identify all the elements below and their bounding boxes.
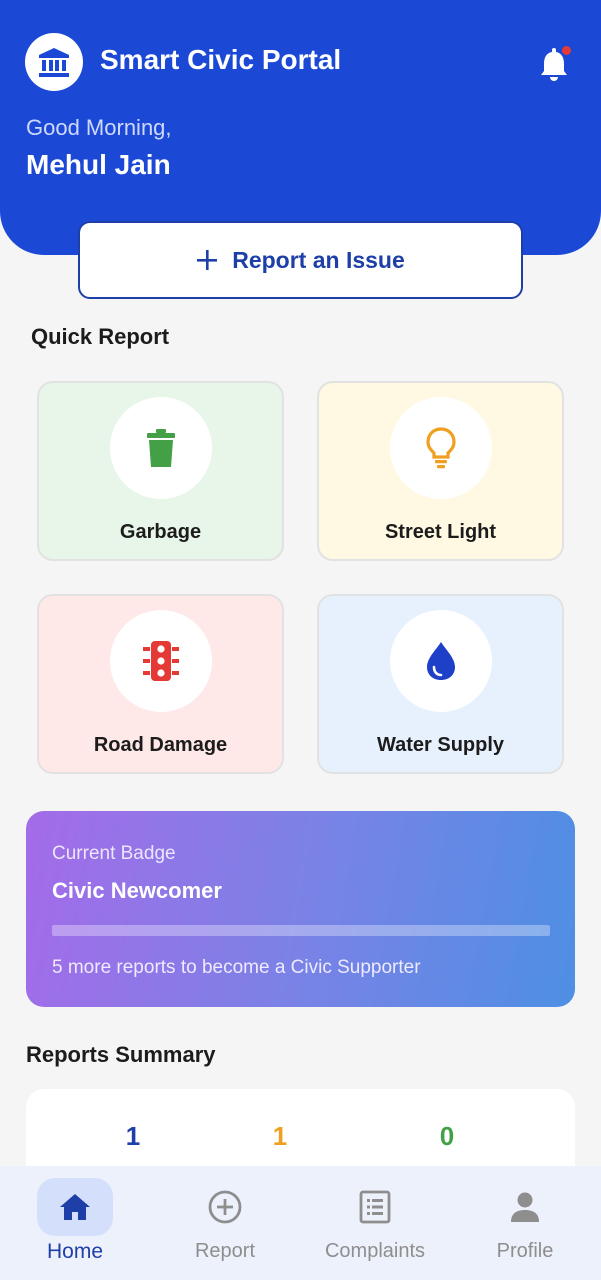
tile-label: Water Supply xyxy=(376,734,505,756)
quick-report-street-light[interactable]: Street Light xyxy=(317,381,564,561)
nav-label: Complaints xyxy=(324,1240,426,1262)
logo xyxy=(25,33,83,91)
reports-summary-title: Reports Summary xyxy=(26,1042,216,1067)
tile-label: Street Light xyxy=(384,521,497,543)
nav-complaints[interactable]: Complaints xyxy=(300,1178,450,1274)
nav-icon-highlight xyxy=(37,1178,113,1236)
notification-dot xyxy=(560,44,573,57)
tile-icon-circle xyxy=(390,397,492,499)
nav-home[interactable]: Home xyxy=(0,1178,150,1274)
badge-card: Current Badge Civic Newcomer 5 more repo… xyxy=(26,811,575,1007)
plus-icon xyxy=(197,250,218,270)
nav-icon-holder xyxy=(187,1178,263,1236)
report-issue-label: Report an Issue xyxy=(232,246,405,273)
summary-value: 0 xyxy=(439,1121,455,1151)
tile-label: Garbage xyxy=(119,521,202,543)
badge-progress-bar xyxy=(52,925,550,936)
bank-building-icon xyxy=(39,48,69,77)
quick-report-garbage[interactable]: Garbage xyxy=(37,381,284,561)
summary-value: 1 xyxy=(125,1121,141,1151)
nav-label: Profile xyxy=(496,1240,554,1262)
greeting-text: Good Morning, xyxy=(26,115,172,140)
trash-can-icon xyxy=(147,429,175,467)
tile-icon-circle xyxy=(390,610,492,712)
plus-circle-icon xyxy=(208,1190,242,1224)
report-issue-button[interactable]: Report an Issue xyxy=(78,221,523,299)
light-bulb-icon xyxy=(426,427,456,469)
notifications-button[interactable] xyxy=(534,44,574,84)
user-name: Mehul Jain xyxy=(26,149,171,180)
badge-progress-note: 5 more reports to become a Civic Support… xyxy=(52,957,421,978)
nav-label: Report xyxy=(194,1240,256,1262)
quick-report-water-supply[interactable]: Water Supply xyxy=(317,594,564,774)
person-icon xyxy=(511,1192,539,1222)
summary-value: 1 xyxy=(272,1121,288,1151)
app-header: Smart Civic Portal Good Morning, Mehul J… xyxy=(0,0,601,255)
tile-icon-circle xyxy=(110,610,212,712)
bottom-navigation: Home Report Complaints Profile xyxy=(0,1166,601,1280)
tile-label: Road Damage xyxy=(93,734,228,756)
nav-profile[interactable]: Profile xyxy=(450,1178,600,1274)
badge-title: Civic Newcomer xyxy=(52,878,222,903)
tile-icon-circle xyxy=(110,397,212,499)
nav-report[interactable]: Report xyxy=(150,1178,300,1274)
list-document-icon xyxy=(359,1190,391,1224)
water-drop-icon xyxy=(427,642,455,680)
traffic-light-icon xyxy=(143,641,179,681)
app-title: Smart Civic Portal xyxy=(100,44,342,75)
quick-report-title: Quick Report xyxy=(31,324,170,349)
badge-caption: Current Badge xyxy=(52,843,176,864)
nav-icon-holder xyxy=(487,1178,563,1236)
nav-label: Home xyxy=(46,1240,104,1263)
quick-report-road-damage[interactable]: Road Damage xyxy=(37,594,284,774)
nav-icon-holder xyxy=(337,1178,413,1236)
home-icon xyxy=(60,1194,90,1220)
